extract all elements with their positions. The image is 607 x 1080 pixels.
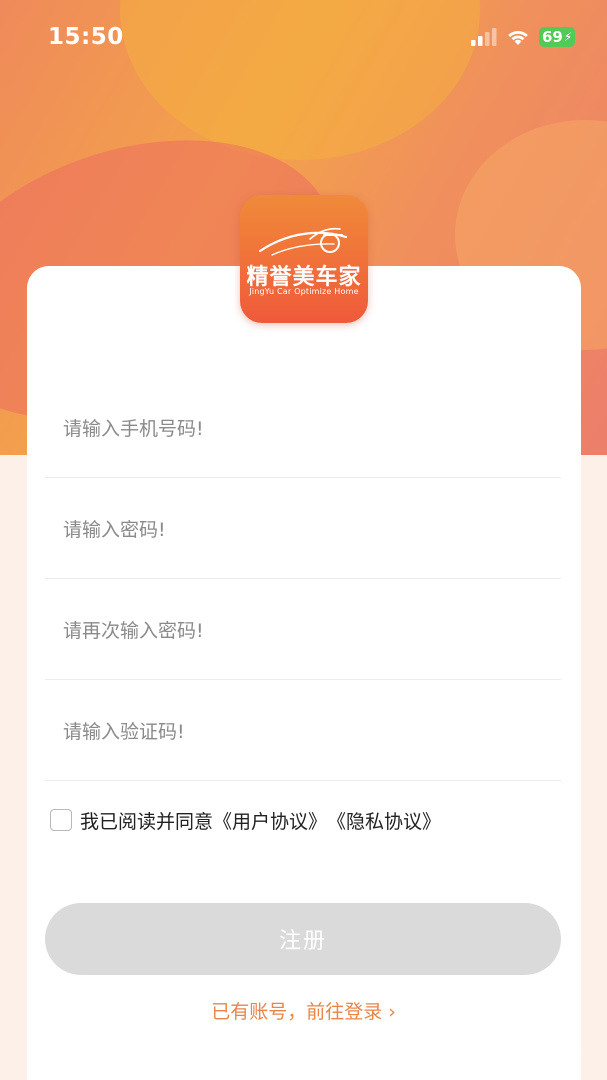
password-input[interactable] — [61, 513, 545, 547]
status-time: 15:50 — [48, 24, 124, 50]
battery-level: 69 — [542, 28, 563, 46]
chevron-right-icon: › — [388, 1001, 396, 1023]
phone-field — [45, 378, 561, 478]
register-button-label: 注册 — [278, 929, 327, 954]
agreement-checkbox[interactable] — [50, 809, 72, 831]
logo-subtitle: JingYu Car Optimize Home — [249, 287, 359, 296]
watermark-logo-icon — [432, 1018, 474, 1058]
confirm-password-field — [45, 580, 561, 680]
status-bar: 15:50 69 ⚡ — [0, 0, 607, 80]
charging-bolt-icon: ⚡ — [563, 30, 573, 44]
battery-charging-icon: 69 ⚡ — [539, 27, 575, 47]
agreement-text: 我已阅读并同意 — [80, 810, 214, 833]
car-logo-icon — [258, 227, 348, 256]
verification-code-input[interactable] — [61, 715, 545, 749]
phone-input[interactable] — [61, 412, 545, 446]
agreement-row: 我已阅读并同意 《用户协议》 《隐私协议》 — [50, 806, 441, 834]
login-link-label: 已有账号，前往登录 — [211, 1001, 383, 1023]
watermark-title: 仍玩游戏 — [484, 1020, 577, 1045]
user-agreement-link[interactable]: 《用户协议》 — [213, 807, 327, 834]
privacy-agreement-link[interactable]: 《隐私协议》 — [327, 807, 441, 834]
wifi-icon — [508, 30, 528, 45]
password-field — [45, 479, 561, 579]
confirm-password-input[interactable] — [61, 614, 545, 648]
cellular-signal-icon — [471, 28, 497, 46]
app-logo: 精誉美车家 JingYu Car Optimize Home — [240, 195, 368, 323]
verification-code-field — [45, 681, 561, 781]
watermark: 仍玩游戏 Rengwan Games — [430, 1012, 600, 1072]
register-button[interactable]: 注册 — [45, 903, 561, 975]
watermark-subtitle: Rengwan Games — [486, 1045, 583, 1058]
